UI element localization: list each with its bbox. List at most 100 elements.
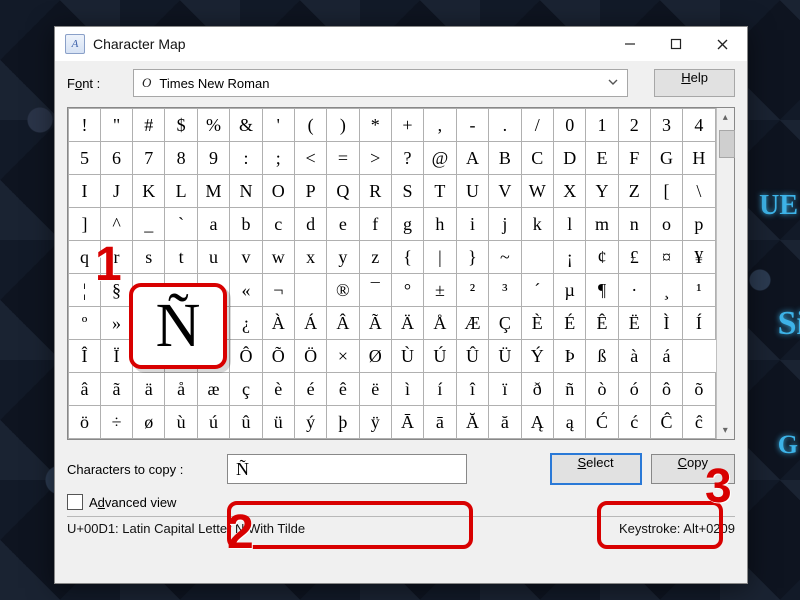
- char-cell[interactable]: ÿ: [359, 406, 391, 439]
- char-cell[interactable]: ­: [294, 274, 326, 307]
- char-cell[interactable]: Ý: [521, 340, 554, 373]
- char-cell[interactable]: 1: [586, 109, 618, 142]
- char-cell[interactable]: M: [197, 175, 230, 208]
- char-cell[interactable]: ä: [133, 373, 165, 406]
- char-cell[interactable]: f: [359, 208, 391, 241]
- char-cell[interactable]: å: [165, 373, 197, 406]
- char-cell[interactable]: I: [69, 175, 101, 208]
- char-cell[interactable]: ¸: [650, 274, 682, 307]
- char-cell[interactable]: ): [327, 109, 359, 142]
- close-button[interactable]: [699, 28, 745, 60]
- char-cell[interactable]: l: [554, 208, 586, 241]
- char-cell[interactable]: Î: [69, 340, 101, 373]
- char-cell[interactable]: ú: [197, 406, 230, 439]
- titlebar[interactable]: A Character Map: [55, 27, 747, 61]
- char-cell[interactable]: /: [521, 109, 554, 142]
- char-cell[interactable]: c: [262, 208, 294, 241]
- char-cell[interactable]: a: [197, 208, 230, 241]
- char-cell[interactable]: ø: [133, 406, 165, 439]
- char-cell[interactable]: 4: [683, 109, 715, 142]
- char-cell[interactable]: ²: [456, 274, 489, 307]
- char-cell[interactable]: %: [197, 109, 230, 142]
- char-cell[interactable]: Ć: [586, 406, 618, 439]
- char-cell[interactable]: `: [165, 208, 197, 241]
- char-cell[interactable]: ô: [650, 373, 682, 406]
- char-cell[interactable]: ò: [586, 373, 618, 406]
- char-cell[interactable]: 9: [197, 142, 230, 175]
- char-cell[interactable]: Ä: [391, 307, 423, 340]
- char-cell[interactable]: í: [424, 373, 457, 406]
- char-cell[interactable]: ¶: [586, 274, 618, 307]
- char-cell[interactable]: Y: [586, 175, 618, 208]
- char-cell[interactable]: À: [262, 307, 294, 340]
- char-cell[interactable]: <: [294, 142, 326, 175]
- char-cell[interactable]: È: [521, 307, 554, 340]
- char-cell[interactable]: Ô: [230, 340, 262, 373]
- char-cell[interactable]: k: [521, 208, 554, 241]
- char-cell[interactable]: 8: [165, 142, 197, 175]
- help-button[interactable]: Help: [654, 69, 735, 97]
- char-cell[interactable]: F: [618, 142, 650, 175]
- char-cell[interactable]: â: [69, 373, 101, 406]
- char-cell[interactable]: Z: [618, 175, 650, 208]
- char-cell[interactable]: ó: [618, 373, 650, 406]
- char-cell[interactable]: Ç: [489, 307, 521, 340]
- characters-to-copy-input[interactable]: Ñ: [227, 454, 467, 484]
- char-cell[interactable]: L: [165, 175, 197, 208]
- char-cell[interactable]: [: [650, 175, 682, 208]
- char-cell[interactable]: ±: [424, 274, 457, 307]
- char-cell[interactable]: ³: [489, 274, 521, 307]
- char-cell[interactable]: ĉ: [683, 406, 715, 439]
- char-cell[interactable]: ą: [554, 406, 586, 439]
- char-cell[interactable]: æ: [197, 373, 230, 406]
- char-cell[interactable]: ?: [391, 142, 423, 175]
- char-cell[interactable]: (: [294, 109, 326, 142]
- char-cell[interactable]: J: [101, 175, 133, 208]
- char-cell[interactable]: &: [230, 109, 262, 142]
- char-cell[interactable]: õ: [683, 373, 715, 406]
- char-cell[interactable]: Ą: [521, 406, 554, 439]
- char-cell[interactable]: R: [359, 175, 391, 208]
- char-cell[interactable]: B: [489, 142, 521, 175]
- char-cell[interactable]: º: [69, 307, 101, 340]
- char-cell[interactable]: ·: [618, 274, 650, 307]
- char-cell[interactable]: ': [262, 109, 294, 142]
- char-cell[interactable]: O: [262, 175, 294, 208]
- char-cell[interactable]: 3: [650, 109, 682, 142]
- char-cell[interactable]: D: [554, 142, 586, 175]
- char-cell[interactable]: î: [456, 373, 489, 406]
- char-cell[interactable]: Ā: [391, 406, 423, 439]
- char-cell[interactable]: ]: [69, 208, 101, 241]
- char-cell[interactable]: }: [456, 241, 489, 274]
- char-cell[interactable]: à: [618, 340, 650, 373]
- char-cell[interactable]: Ă: [456, 406, 489, 439]
- char-cell[interactable]: ð: [521, 373, 554, 406]
- char-cell[interactable]: @: [424, 142, 457, 175]
- char-cell[interactable]: Q: [327, 175, 359, 208]
- char-cell[interactable]: x: [294, 241, 326, 274]
- char-cell[interactable]: .: [489, 109, 521, 142]
- char-cell[interactable]: ;: [262, 142, 294, 175]
- char-cell[interactable]: ï: [489, 373, 521, 406]
- char-cell[interactable]: ¤: [650, 241, 682, 274]
- char-cell[interactable]: 6: [101, 142, 133, 175]
- char-cell[interactable]: [521, 241, 554, 274]
- char-cell[interactable]: t: [165, 241, 197, 274]
- char-cell[interactable]: Å: [424, 307, 457, 340]
- char-cell[interactable]: ¹: [683, 274, 715, 307]
- char-cell[interactable]: ,: [424, 109, 457, 142]
- char-cell[interactable]: X: [554, 175, 586, 208]
- char-cell[interactable]: 0: [554, 109, 586, 142]
- char-cell[interactable]: ö: [69, 406, 101, 439]
- scroll-down-icon[interactable]: ▾: [717, 421, 734, 439]
- char-cell[interactable]: ¯: [359, 274, 391, 307]
- char-cell[interactable]: >: [359, 142, 391, 175]
- char-cell[interactable]: H: [683, 142, 715, 175]
- char-cell[interactable]: ´: [521, 274, 554, 307]
- char-cell[interactable]: ¬: [262, 274, 294, 307]
- char-cell[interactable]: w: [262, 241, 294, 274]
- char-cell[interactable]: Ë: [618, 307, 650, 340]
- char-cell[interactable]: =: [327, 142, 359, 175]
- vertical-scrollbar[interactable]: ▴ ▾: [716, 108, 734, 439]
- char-cell[interactable]: è: [262, 373, 294, 406]
